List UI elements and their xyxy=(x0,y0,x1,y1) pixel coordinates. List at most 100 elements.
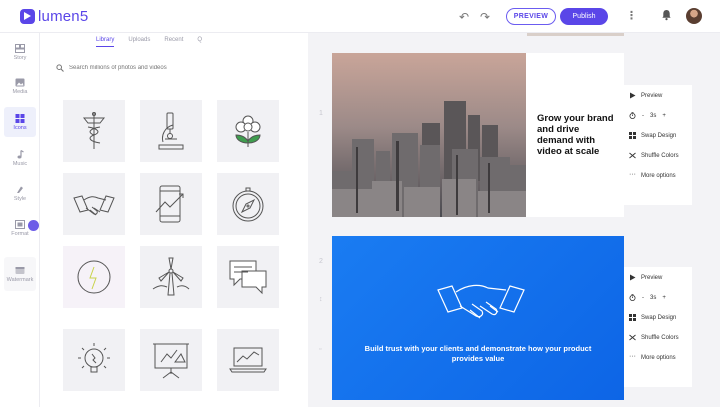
tab-library[interactable]: Library xyxy=(96,37,115,47)
scene-2-duration[interactable]: - 3s + xyxy=(629,294,666,301)
caduceus-icon xyxy=(82,112,106,149)
timer-icon xyxy=(629,112,636,119)
scene-2-move-icon[interactable]: ↕ xyxy=(319,296,323,303)
swap-design-icon xyxy=(629,314,636,321)
search-input[interactable] xyxy=(69,65,289,71)
scene-number: 1 xyxy=(319,110,323,117)
logo-mark-icon xyxy=(20,9,35,24)
lightning-globe-icon-tile[interactable] xyxy=(63,246,125,308)
scene-1-city-photo[interactable] xyxy=(332,53,526,217)
chat-bubbles-icon-tile[interactable] xyxy=(217,246,279,308)
format-icon xyxy=(15,219,25,229)
logo[interactable]: lumen5 xyxy=(20,8,88,25)
lightbulb-icon-tile[interactable] xyxy=(63,329,125,391)
scene-2-headline[interactable]: Build trust with your clients and demons… xyxy=(332,344,624,364)
scene-1-more-options[interactable]: ··· More options xyxy=(629,171,676,179)
laptop-chart-icon-tile[interactable] xyxy=(217,329,279,391)
duration-minus-icon[interactable]: - xyxy=(642,295,644,301)
presentation-board-icon-tile[interactable] xyxy=(140,329,202,391)
lightbulb-icon xyxy=(78,343,110,373)
rail-item-story[interactable]: Story xyxy=(4,37,36,67)
swap-design-label: Swap Design xyxy=(641,314,677,321)
duration-plus-icon[interactable]: + xyxy=(662,113,666,119)
handshake-icon xyxy=(73,195,115,216)
previous-scene-strip xyxy=(527,33,624,36)
microscope-icon xyxy=(158,112,184,150)
preview-button[interactable]: PREVIEW xyxy=(506,8,556,25)
rail-label-watermark: Watermark xyxy=(6,276,34,283)
rail-item-watermark[interactable]: Watermark xyxy=(4,257,36,291)
search-bar xyxy=(56,62,296,74)
tab-recent[interactable]: Recent xyxy=(164,37,183,47)
scene-1-shuffle-colors[interactable]: Shuffle Colors xyxy=(629,152,679,159)
compass-icon xyxy=(232,187,264,222)
rail-label-story: Story xyxy=(13,54,27,61)
duration-plus-icon[interactable]: + xyxy=(662,295,666,301)
rail-item-icons[interactable]: Icons xyxy=(4,107,36,137)
scene-1-swap-design[interactable]: Swap Design xyxy=(629,132,676,139)
rail-label-icons: Icons xyxy=(13,124,27,131)
style-icon xyxy=(17,186,23,193)
media-icon xyxy=(15,78,25,86)
shuffle-colors-label: Shuffle Colors xyxy=(641,152,679,159)
duration-value: 3s xyxy=(650,112,657,119)
shuffle-colors-label: Shuffle Colors xyxy=(641,334,679,341)
rail-label-music: Music xyxy=(12,160,28,167)
scene-1-duration[interactable]: - 3s + xyxy=(629,112,666,119)
more-vertical-icon[interactable]: ⋮ xyxy=(626,9,637,22)
rail-item-media[interactable]: Media xyxy=(4,71,36,101)
notification-bell-icon[interactable] xyxy=(661,9,672,21)
lightning-globe-icon xyxy=(77,260,111,294)
rail-label-style: Style xyxy=(13,195,27,202)
more-options-label: More options xyxy=(641,172,676,179)
play-icon xyxy=(630,92,636,99)
handshake-icon-tile[interactable] xyxy=(63,173,125,235)
wind-turbine-icon xyxy=(152,257,190,296)
mobile-growth-icon xyxy=(155,185,184,223)
wind-turbine-icon-tile[interactable] xyxy=(140,246,202,308)
mobile-growth-icon-tile[interactable] xyxy=(140,173,202,235)
publish-button[interactable]: Publish xyxy=(560,8,608,25)
scene-2-delete-icon[interactable]: ▫ xyxy=(319,346,321,353)
handshake-icon xyxy=(437,284,525,319)
scene-1-preview-option[interactable]: Preview xyxy=(629,92,662,99)
left-rail: Story Media Icons Music Style Format Wat… xyxy=(0,33,40,407)
icons-icon xyxy=(15,113,25,123)
duration-value: 3s xyxy=(650,294,657,301)
duration-minus-icon[interactable]: - xyxy=(642,113,644,119)
laptop-chart-icon xyxy=(229,347,267,373)
shuffle-icon xyxy=(629,334,636,341)
compass-icon-tile[interactable] xyxy=(217,173,279,235)
scene-1-options: Preview - 3s + Swap Design Shuffle Color… xyxy=(624,85,692,205)
watermark-icon xyxy=(15,266,25,274)
preview-label: Preview xyxy=(641,92,663,99)
scene-2-swap-design[interactable]: Swap Design xyxy=(629,314,676,321)
caduceus-icon-tile[interactable] xyxy=(63,100,125,162)
rail-item-music[interactable]: Music xyxy=(4,143,36,173)
rail-label-format: Format xyxy=(11,230,29,237)
user-avatar[interactable] xyxy=(686,8,702,24)
icon-library-panel: Library Uploads Recent Q xyxy=(40,33,308,407)
logo-text: lumen5 xyxy=(38,8,89,25)
scene-number: 2 xyxy=(319,258,323,265)
scene-1-headline[interactable]: Grow your brand and drive demand with vi… xyxy=(526,53,624,217)
scene-2-shuffle-colors[interactable]: Shuffle Colors xyxy=(629,334,679,341)
scene-2-blue-slide[interactable]: Build trust with your clients and demons… xyxy=(332,236,624,400)
help-chat-icon[interactable] xyxy=(28,220,39,231)
tab-q[interactable]: Q xyxy=(197,37,202,47)
redo-icon[interactable]: ↷ xyxy=(480,10,490,24)
swap-design-icon xyxy=(629,132,636,139)
top-bar: lumen5 ↶ ↷ PREVIEW Publish ⋮ xyxy=(0,0,720,33)
more-horizontal-icon: ··· xyxy=(629,353,636,360)
microscope-icon-tile[interactable] xyxy=(140,100,202,162)
story-icon xyxy=(15,43,25,53)
presentation-board-icon xyxy=(153,343,189,379)
undo-icon[interactable]: ↶ xyxy=(459,10,469,24)
scene-2-more-options[interactable]: ··· More options xyxy=(629,353,676,361)
scene-2-preview-option[interactable]: Preview xyxy=(629,274,662,281)
rail-item-style[interactable]: Style xyxy=(4,178,36,208)
music-icon xyxy=(17,149,24,158)
flower-icon-tile[interactable] xyxy=(217,100,279,162)
tab-uploads[interactable]: Uploads xyxy=(128,37,150,47)
scene-2-options: Preview - 3s + Swap Design Shuffle Color… xyxy=(624,267,692,387)
